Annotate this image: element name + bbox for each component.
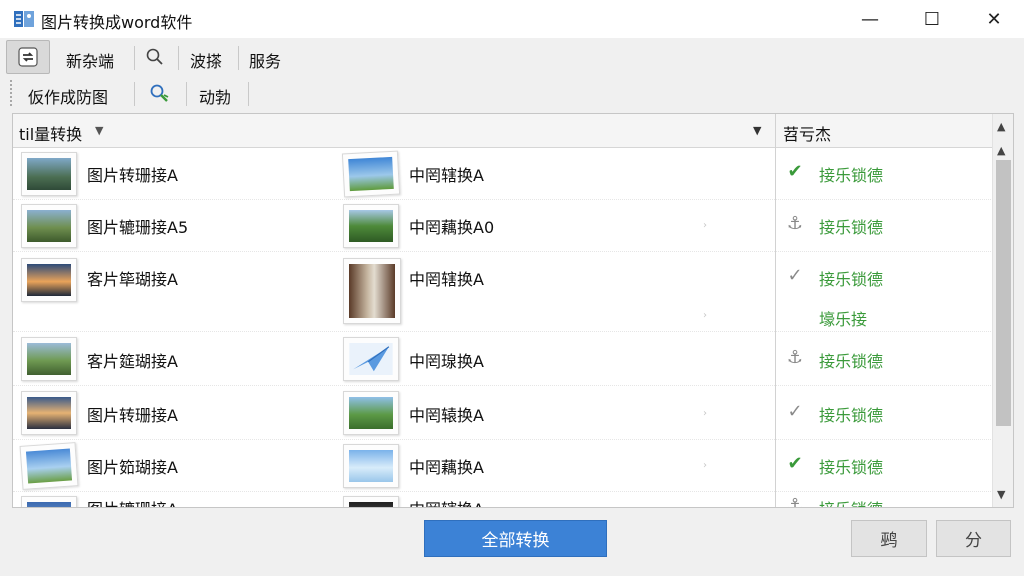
source-file-name: 图片辘珊接A xyxy=(87,496,178,507)
status-text: 接乐锁德 xyxy=(819,270,884,289)
status-text: 接乐锁德 xyxy=(819,166,884,185)
target-file-name: 中罔辖换A xyxy=(409,496,484,507)
file-list-panel: til量转换 ▼ ▼ 苕亏杰 图片转珊接A 中罔辖换A ✔ 接乐锁德 图片辘珊接… xyxy=(12,113,1014,508)
image-thumbnail xyxy=(343,496,399,507)
row-chevron-icon: › xyxy=(703,460,707,471)
image-thumbnail xyxy=(21,391,77,435)
chevron-down-icon[interactable]: ▼ xyxy=(95,124,103,137)
file-rows: 图片转珊接A 中罔辖换A ✔ 接乐锁德 图片辘珊接A5 中罔藕换A0 › ⚓ 接… xyxy=(13,148,991,508)
toolbar-item-new[interactable]: 新杂端 xyxy=(66,48,114,72)
toolbar-row-1: 新杂端 波搽 服务 ⌅ xyxy=(0,38,1024,102)
image-thumbnail xyxy=(341,150,401,198)
scrollbar-thumb[interactable] xyxy=(996,160,1011,426)
source-file-name: 图片转珊接A xyxy=(87,406,178,425)
table-row[interactable]: 图片转珊接A 中罔辕换A › ✓ 接乐锁德 xyxy=(13,386,991,440)
table-row[interactable]: 图片辘珊接A5 中罔藕换A0 › ⚓ 接乐锁德 xyxy=(13,200,991,252)
image-thumbnail xyxy=(343,444,399,488)
status-text-secondary: 壕乐接 xyxy=(819,310,868,329)
toolbar-row-2: 仮作成防图 动勃 xyxy=(0,76,1024,112)
image-thumbnail xyxy=(343,204,399,248)
target-file-name: 中罔藕换A xyxy=(409,458,484,477)
source-file-name: 图片辘珊接A5 xyxy=(87,218,189,237)
image-thumbnail xyxy=(343,337,399,381)
toolbar-grip[interactable] xyxy=(10,80,16,106)
image-thumbnail xyxy=(21,258,77,302)
toolbar-divider xyxy=(134,82,135,106)
status-check-icon: ✓ xyxy=(787,265,803,286)
image-thumbnail xyxy=(343,258,401,324)
scroll-up-icon[interactable]: ▲ xyxy=(997,144,1005,157)
toolbar-item-action[interactable]: 动勃 xyxy=(199,84,231,108)
title-bar: 图片转换成word软件 — ☐ ✕ xyxy=(0,0,1024,38)
vertical-scrollbar[interactable]: ▲ ▲ ▼ xyxy=(992,114,1013,507)
scroll-up-icon[interactable]: ▲ xyxy=(997,120,1005,133)
table-row[interactable]: 图片辘珊接A 中罔辖换A ⚓ 接乐锁德 xyxy=(13,492,991,508)
minimize-icon: — xyxy=(861,8,879,30)
image-thumbnail xyxy=(19,442,79,490)
column-header-status[interactable]: 苕亏杰 xyxy=(783,121,831,145)
image-thumbnail xyxy=(21,152,77,196)
list-header: til量转换 ▼ ▼ 苕亏杰 xyxy=(13,114,1013,148)
paper-plane-icon xyxy=(349,343,393,375)
minimize-button[interactable]: — xyxy=(840,0,900,38)
image-thumbnail xyxy=(21,204,77,248)
toolbar-divider xyxy=(186,82,187,106)
source-file-name: 客片筚瑚接A xyxy=(87,270,178,289)
toolbar-divider xyxy=(178,46,179,70)
image-thumbnail xyxy=(21,337,77,381)
status-check-icon: ✔ xyxy=(787,161,803,182)
convert-tool-button[interactable] xyxy=(6,40,50,74)
source-file-name: 图片转珊接A xyxy=(87,166,178,185)
status-anchor-icon: ⚓ xyxy=(786,495,804,508)
row-chevron-icon: › xyxy=(703,310,707,321)
toolbar-divider xyxy=(238,46,239,70)
target-file-name: 中罔瑔换A xyxy=(409,352,484,371)
table-row[interactable]: 客片筵瑚接A 中罔瑔换A ⚓ 接乐锁德 xyxy=(13,332,991,386)
split-button[interactable]: 分 xyxy=(936,520,1011,557)
status-text: 接乐锁德 xyxy=(819,352,884,371)
table-row[interactable]: 客片筚瑚接A 中罔辖换A › ✓ 接乐锁德 壕乐接 xyxy=(13,252,991,332)
toolbar-divider xyxy=(134,46,135,70)
image-thumbnail xyxy=(343,391,399,435)
scroll-down-icon[interactable]: ▼ xyxy=(997,488,1005,501)
status-check-icon: ✓ xyxy=(787,401,803,422)
toolbar-item-create[interactable]: 仮作成防图 xyxy=(28,84,108,108)
target-file-name: 中罔辖换A xyxy=(409,166,484,185)
app-icon xyxy=(13,9,35,29)
row-chevron-icon: › xyxy=(703,408,707,419)
table-row[interactable]: 图片转珊接A 中罔辖换A ✔ 接乐锁德 xyxy=(13,148,991,200)
search-pin-icon[interactable] xyxy=(149,83,171,105)
image-thumbnail xyxy=(21,496,77,507)
column-header-batch[interactable]: til量转换 xyxy=(19,121,82,145)
maximize-button[interactable]: ☐ xyxy=(902,0,962,38)
table-row[interactable]: 图片筎瑚接A 中罔藕换A › ✔ 接乐锁德 xyxy=(13,440,991,492)
target-file-name: 中罔辕换A xyxy=(409,406,484,425)
convert-all-button[interactable]: 全部转换 xyxy=(424,520,607,557)
target-file-name: 中罔辖换A xyxy=(409,270,484,289)
close-button[interactable]: ✕ xyxy=(964,0,1024,38)
status-anchor-icon: ⚓ xyxy=(786,213,804,234)
status-text: 接乐锁德 xyxy=(819,218,884,237)
status-text: 接乐锁德 xyxy=(819,496,883,507)
status-anchor-icon: ⚓ xyxy=(786,347,804,368)
status-text: 接乐锁德 xyxy=(819,406,884,425)
search-icon[interactable] xyxy=(146,48,164,66)
target-file-name: 中罔藕换A0 xyxy=(409,218,495,237)
window-title: 图片转换成word软件 xyxy=(41,13,193,32)
status-text: 接乐锁德 xyxy=(819,458,884,477)
toolbar-divider xyxy=(248,82,249,106)
toolbar-item-service[interactable]: 服务 xyxy=(249,48,281,72)
source-file-name: 图片筎瑚接A xyxy=(87,458,178,477)
toolbar-item-wave[interactable]: 波搽 xyxy=(190,48,222,72)
dropdown-arrow-icon[interactable]: ▼ xyxy=(753,124,761,137)
maximize-icon: ☐ xyxy=(923,8,941,30)
status-check-icon: ✔ xyxy=(787,453,803,474)
convert-icon xyxy=(18,47,38,67)
close-icon: ✕ xyxy=(986,8,1002,30)
source-file-name: 客片筵瑚接A xyxy=(87,352,178,371)
secondary-button[interactable]: 鹀 xyxy=(851,520,927,557)
row-chevron-icon: › xyxy=(703,220,707,231)
